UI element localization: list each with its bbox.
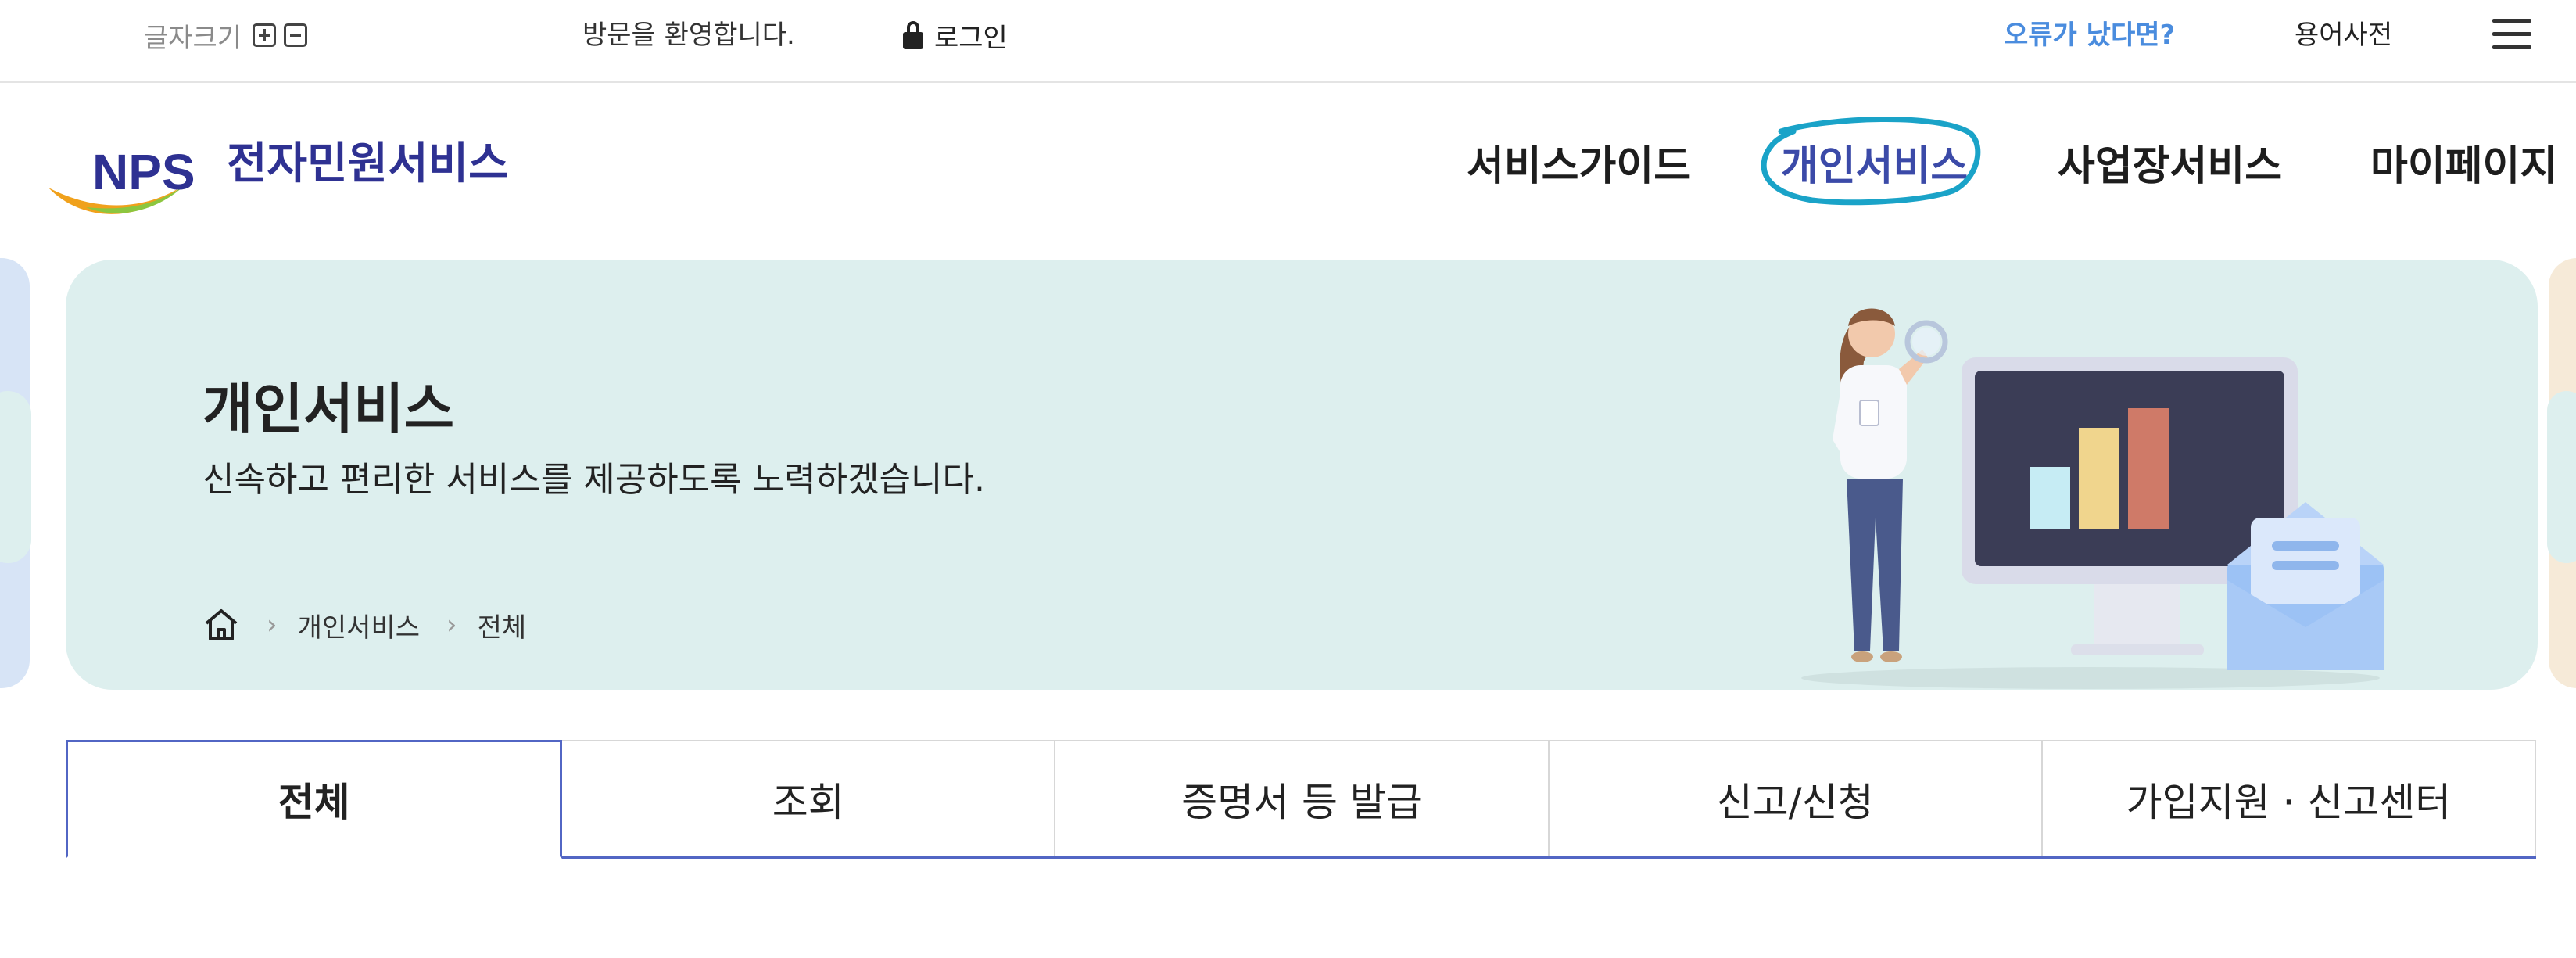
font-size-control: 글자크기	[144, 17, 308, 54]
breadcrumb: › 개인서비스 › 전체	[202, 604, 526, 646]
welcome-text: 방문을 환영합니다.	[582, 20, 795, 51]
error-report-link[interactable]: 오류가 났다면?	[2004, 17, 2175, 53]
tab-support-center[interactable]: 가입지원 · 신고센터	[2042, 741, 2537, 856]
utility-bar: 글자크기 방문을 환영합니다. 로그인 오류가 났다면? 용어사전	[0, 0, 2576, 83]
login-label: 로그인	[934, 22, 1008, 54]
hamburger-menu-icon[interactable]	[2492, 17, 2531, 50]
banner-edge-decoration	[0, 258, 31, 688]
page-banner: 개인서비스 신속하고 편리한 서비스를 제공하도록 노력하겠습니다. › 개인서…	[66, 260, 2538, 690]
nav-business-service[interactable]: 사업장서비스	[2058, 133, 2282, 200]
chevron-right-icon: ›	[446, 609, 457, 640]
category-tabs: 전체 조회 증명서 등 발급 신고/신청 가입지원 · 신고센터	[66, 740, 2537, 859]
annotation-circle	[1761, 117, 1981, 206]
font-increase-icon[interactable]	[253, 23, 277, 47]
site-logo[interactable]: NPS 전자민원서비스	[47, 133, 516, 227]
logo-text: NPS	[92, 144, 195, 200]
banner-illustration	[1801, 308, 2384, 689]
page-description: 신속하고 편리한 서비스를 제공하도록 노력하겠습니다.	[202, 460, 985, 500]
nav-my-page[interactable]: 마이페이지	[2370, 133, 2557, 200]
page-title: 개인서비스	[202, 377, 454, 441]
dictionary-link[interactable]: 용어사전	[2295, 17, 2392, 53]
breadcrumb-personal-service[interactable]: 개인서비스	[298, 606, 420, 644]
tab-inquiry[interactable]: 조회	[562, 741, 1056, 856]
font-size-label: 글자크기	[144, 22, 242, 54]
nav-service-guide[interactable]: 서비스가이드	[1467, 133, 1691, 200]
chevron-right-icon: ›	[267, 609, 278, 640]
logo-subtitle: 전자민원서비스	[227, 138, 509, 189]
nps-logo-icon: NPS	[48, 144, 195, 214]
tab-report-apply[interactable]: 신고/신청	[1549, 741, 2043, 856]
font-decrease-icon[interactable]	[284, 23, 308, 47]
login-link[interactable]: 로그인	[903, 17, 1008, 54]
banner-edge-decoration-right	[2547, 258, 2576, 688]
breadcrumb-current: 전체	[477, 612, 527, 644]
lock-icon	[903, 21, 923, 49]
tab-certificate[interactable]: 증명서 등 발급	[1055, 741, 1550, 856]
home-icon[interactable]	[202, 606, 240, 644]
tab-all[interactable]: 전체	[66, 740, 563, 859]
